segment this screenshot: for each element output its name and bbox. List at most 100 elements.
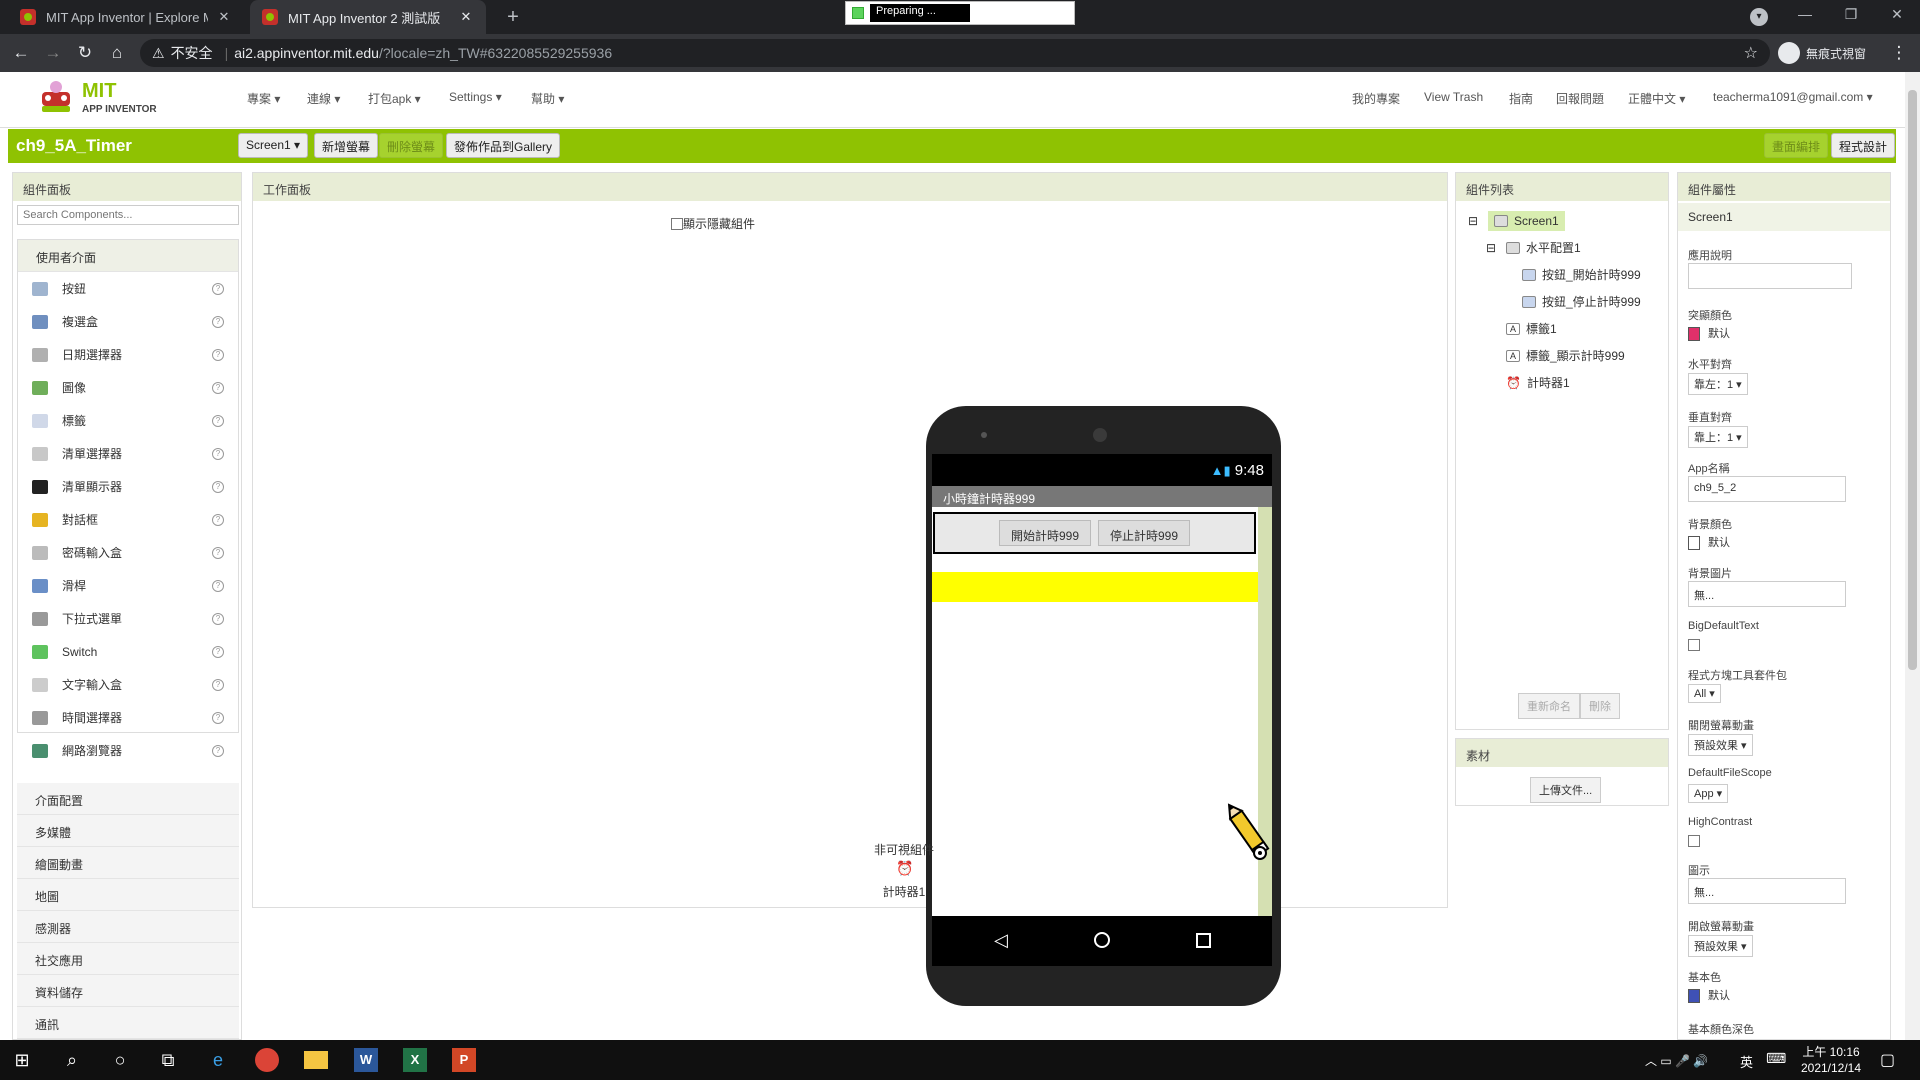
- notification-icon[interactable]: ▢: [1880, 1050, 1895, 1070]
- palette-item[interactable]: 對話框?: [18, 503, 238, 536]
- menu-help[interactable]: 幫助 ▾: [531, 90, 564, 107]
- tab-ai2[interactable]: MIT App Inventor 2 測試版 ✕: [250, 0, 486, 34]
- help-icon[interactable]: ?: [212, 414, 224, 427]
- menu-connect[interactable]: 連線 ▾: [307, 90, 340, 107]
- warning-icon[interactable]: ⚠: [152, 45, 165, 62]
- menu-report-issue[interactable]: 回報問題: [1556, 90, 1604, 107]
- menu-project[interactable]: 專案 ▾: [247, 90, 280, 107]
- tab-search-icon[interactable]: ▾: [1750, 8, 1768, 26]
- palette-item[interactable]: 下拉式選單?: [18, 602, 238, 635]
- scrollbar-thumb[interactable]: [1908, 90, 1917, 670]
- word-icon[interactable]: W: [354, 1048, 378, 1072]
- palette-item[interactable]: 文字輸入盒?: [18, 668, 238, 701]
- blocks-toolkit-dropdown[interactable]: All ▾: [1688, 684, 1721, 703]
- palette-item[interactable]: 密碼輸入盒?: [18, 536, 238, 569]
- palette-item[interactable]: 圖像?: [18, 371, 238, 404]
- tree-node-label-display[interactable]: A 標籤_顯示計時999: [1468, 342, 1641, 369]
- halign-dropdown[interactable]: 靠左：1 ▾: [1688, 373, 1748, 395]
- cortana-icon[interactable]: ○: [108, 1048, 132, 1072]
- screen-select-button[interactable]: Screen1 ▾: [238, 133, 309, 158]
- tab-close-icon[interactable]: ✕: [216, 9, 232, 25]
- maximize-button[interactable]: ❐: [1836, 6, 1866, 28]
- help-icon[interactable]: ?: [212, 645, 224, 658]
- big-default-text-checkbox[interactable]: [1688, 639, 1700, 651]
- search-icon[interactable]: ⌕: [60, 1048, 84, 1072]
- icon-input[interactable]: 無...: [1688, 878, 1846, 904]
- tab-explore[interactable]: MIT App Inventor | Explore MIT ✕: [8, 0, 244, 34]
- category-social[interactable]: 社交應用: [17, 943, 239, 975]
- tree-node-hz-arrangement[interactable]: ⊟ 水平配置1: [1468, 234, 1641, 261]
- help-icon[interactable]: ?: [212, 612, 224, 625]
- palette-item[interactable]: 複選盒?: [18, 305, 238, 338]
- help-icon[interactable]: ?: [212, 744, 224, 757]
- palette-item[interactable]: 標籤?: [18, 404, 238, 437]
- palette-item[interactable]: 滑桿?: [18, 569, 238, 602]
- menu-language[interactable]: 正體中文 ▾: [1628, 90, 1685, 107]
- help-icon[interactable]: ?: [212, 381, 224, 394]
- palette-item[interactable]: 網路瀏覽器?: [18, 734, 238, 767]
- tab-close-icon[interactable]: ✕: [458, 9, 474, 25]
- edge-icon[interactable]: e: [206, 1048, 230, 1072]
- mit-app-inventor-logo[interactable]: MIT APP INVENTOR: [36, 76, 166, 120]
- task-view-icon[interactable]: ⧉: [156, 1048, 180, 1072]
- menu-account[interactable]: teacherma1091@gmail.com ▾: [1713, 90, 1873, 104]
- incognito-indicator[interactable]: 無痕式視窗: [1778, 39, 1866, 67]
- minimize-button[interactable]: —: [1790, 6, 1820, 28]
- category-drawing[interactable]: 繪圖動畫: [17, 847, 239, 879]
- blocks-button[interactable]: 程式設計: [1831, 133, 1896, 158]
- category-connectivity[interactable]: 通訊: [17, 1007, 239, 1039]
- palette-item[interactable]: 按鈕?: [18, 272, 238, 305]
- open-animation-dropdown[interactable]: 預設效果 ▾: [1688, 935, 1753, 957]
- menu-view-trash[interactable]: View Trash: [1424, 90, 1483, 104]
- help-icon[interactable]: ?: [212, 711, 224, 724]
- home-button[interactable]: ⌂: [104, 40, 130, 66]
- category-sensors[interactable]: 感測器: [17, 911, 239, 943]
- category-storage[interactable]: 資料儲存: [17, 975, 239, 1007]
- horizontal-arrangement[interactable]: 開始計時999 停止計時999: [933, 512, 1256, 554]
- new-tab-button[interactable]: +: [500, 4, 526, 30]
- nonvisible-timer-label[interactable]: 計時器1: [819, 883, 989, 900]
- file-explorer-icon[interactable]: [304, 1051, 328, 1069]
- show-hidden-toggle[interactable]: 顯示隱藏組件: [671, 215, 755, 232]
- help-icon[interactable]: ?: [212, 678, 224, 691]
- reload-button[interactable]: ↻: [72, 40, 98, 66]
- menu-settings[interactable]: Settings ▾: [449, 90, 502, 104]
- bookmark-star-icon[interactable]: ☆: [1744, 43, 1758, 63]
- clock-time[interactable]: 上午 10:16: [1800, 1043, 1862, 1060]
- app-name-input[interactable]: ch9_5_2: [1688, 476, 1846, 502]
- label-display-timer[interactable]: [932, 572, 1258, 602]
- page-scrollbar[interactable]: [1905, 72, 1920, 1040]
- close-window-button[interactable]: ✕: [1882, 6, 1912, 28]
- chrome-icon[interactable]: [255, 1048, 279, 1072]
- tray-icons[interactable]: ︿ ▭ 🎤 🔊: [1645, 1052, 1708, 1069]
- url-bar[interactable]: ⚠ 不安全 | ai2.appinventor.mit.edu /?locale…: [140, 39, 1770, 67]
- tree-node-start-button[interactable]: 按鈕_開始計時999: [1468, 261, 1641, 288]
- palette-item[interactable]: 時間選擇器?: [18, 701, 238, 734]
- stop-timer-button[interactable]: 停止計時999: [1098, 520, 1190, 546]
- upload-file-button[interactable]: 上傳文件...: [1530, 777, 1602, 803]
- powerpoint-icon[interactable]: P: [452, 1048, 476, 1072]
- show-hidden-checkbox[interactable]: [671, 217, 683, 230]
- default-file-scope-dropdown[interactable]: App ▾: [1688, 784, 1729, 803]
- ime-indicator[interactable]: 英: [1740, 1052, 1753, 1071]
- keyboard-icon[interactable]: ⌨: [1766, 1050, 1786, 1067]
- publish-gallery-button[interactable]: 發佈作品到Gallery: [446, 133, 561, 158]
- accent-color-picker[interactable]: 默认: [1688, 325, 1730, 342]
- delete-button[interactable]: 刪除: [1580, 693, 1620, 719]
- tree-node-timer1[interactable]: ⏰ 計時器1: [1468, 369, 1641, 396]
- palette-item[interactable]: 日期選擇器?: [18, 338, 238, 371]
- back-button[interactable]: ←: [8, 40, 34, 66]
- help-icon[interactable]: ?: [212, 513, 224, 526]
- palette-item[interactable]: 清單選擇器?: [18, 437, 238, 470]
- help-icon[interactable]: ?: [212, 579, 224, 592]
- category-user-interface[interactable]: 使用者介面: [18, 240, 238, 272]
- excel-icon[interactable]: X: [403, 1048, 427, 1072]
- help-icon[interactable]: ?: [212, 348, 224, 361]
- tree-toggle-icon[interactable]: ⊟: [1468, 214, 1482, 228]
- tree-node-screen1[interactable]: ⊟ Screen1: [1468, 207, 1641, 234]
- high-contrast-checkbox[interactable]: [1688, 835, 1700, 847]
- component-search-input[interactable]: [17, 205, 239, 225]
- help-icon[interactable]: ?: [212, 282, 224, 295]
- palette-item[interactable]: Switch?: [18, 635, 238, 668]
- rename-button[interactable]: 重新命名: [1518, 693, 1580, 719]
